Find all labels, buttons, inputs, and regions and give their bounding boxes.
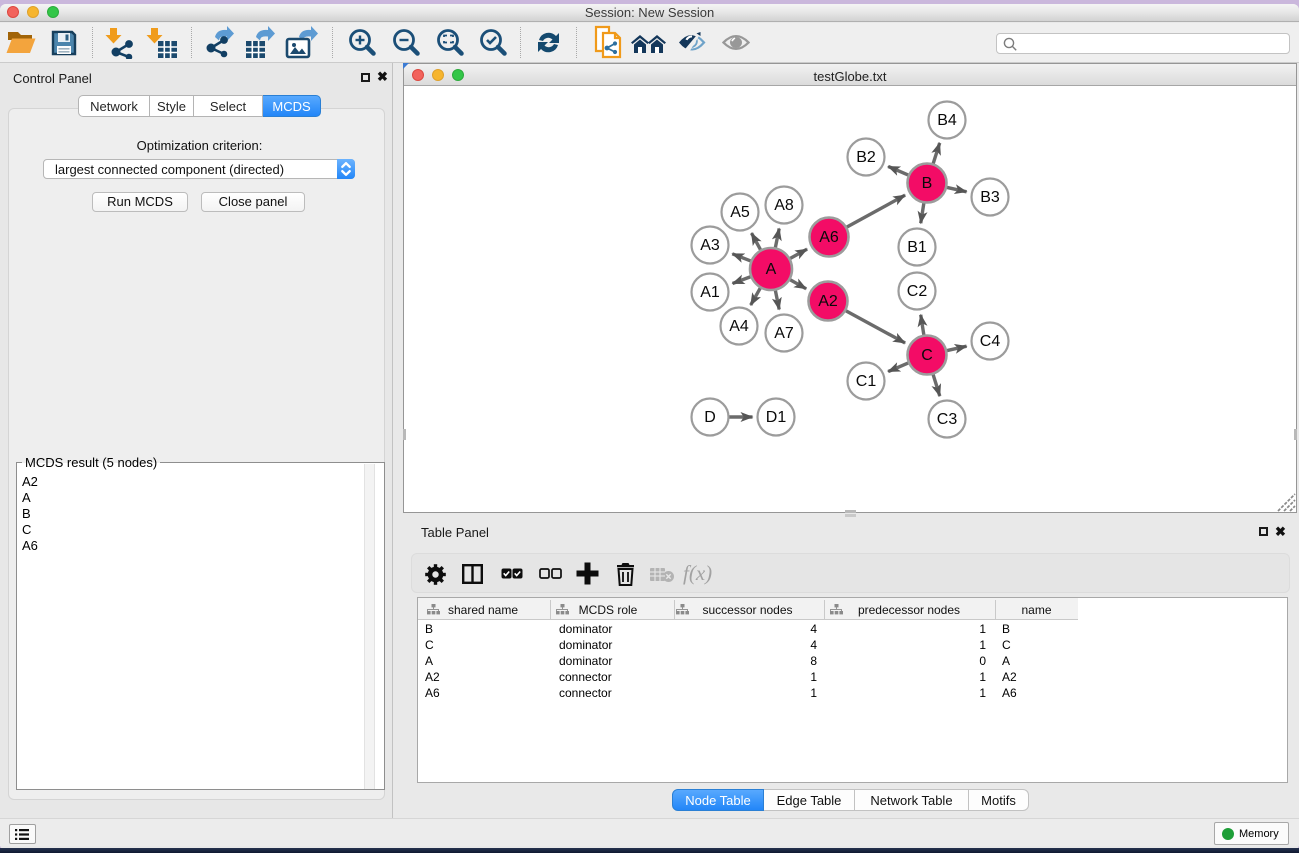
svg-text:A1: A1 [700,284,720,301]
svg-text:D: D [704,409,716,426]
svg-text:B4: B4 [937,112,957,129]
svg-text:A: A [766,261,777,278]
svg-text:B2: B2 [856,149,876,166]
svg-text:B1: B1 [907,239,927,256]
svg-text:D1: D1 [766,409,787,426]
svg-text:B3: B3 [980,189,1000,206]
svg-text:A7: A7 [774,325,794,342]
svg-text:A5: A5 [730,204,750,221]
svg-text:A4: A4 [729,318,749,335]
svg-text:C1: C1 [856,373,877,390]
svg-text:B: B [922,175,933,192]
svg-text:C4: C4 [980,333,1001,350]
svg-text:C: C [921,347,933,364]
svg-text:C2: C2 [907,283,928,300]
svg-text:A8: A8 [774,197,794,214]
svg-text:A3: A3 [700,237,720,254]
svg-text:A6: A6 [819,229,839,246]
svg-text:C3: C3 [937,411,958,428]
svg-text:A2: A2 [818,293,838,310]
